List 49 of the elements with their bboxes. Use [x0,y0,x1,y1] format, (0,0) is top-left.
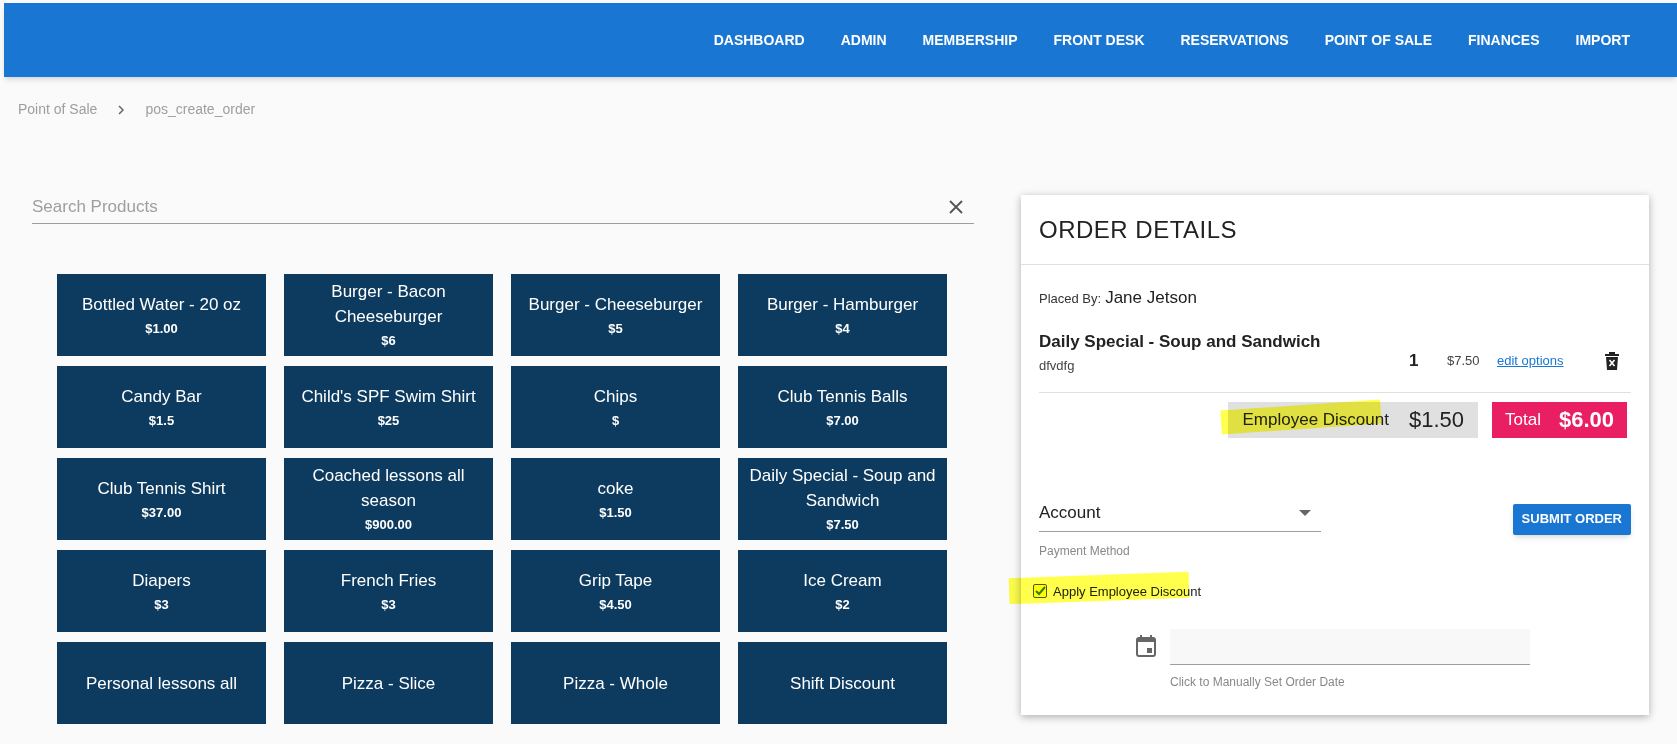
placed-by-name: Jane Jetson [1105,287,1197,309]
nav-link[interactable]: ADMIN [823,29,904,51]
product-tile[interactable]: Pizza - Whole [511,642,720,724]
product-tile[interactable]: Daily Special - Soup and Sandwich $7.50 [738,458,947,540]
product-tile[interactable]: Coached lessons all season $900.00 [284,458,493,540]
item-quantity: 1 [1409,350,1420,373]
breadcrumb-text: pos_create_order [145,100,256,119]
nav-link[interactable]: RESERVATIONS [1163,29,1306,51]
chevron-right-icon [117,104,126,115]
product-tile[interactable]: Pizza - Slice [284,642,493,724]
nav-link[interactable]: MEMBERSHIP [905,29,1035,51]
product-tile[interactable]: Club Tennis Shirt $37.00 [57,458,266,540]
product-tile[interactable]: Chips $ [511,366,720,448]
product-tile[interactable]: Child's SPF Swim Shirt $25 [284,366,493,448]
item-note: dfvdfg [1039,357,1076,375]
product-tile[interactable]: Burger - Hamburger $4 [738,274,947,356]
helper-text: Click to Manually Set Order Date [1170,674,1346,691]
calendar-icon[interactable] [1136,635,1156,657]
product-tile[interactable]: Burger - Bacon Cheeseburger $6 [284,274,493,356]
nav-link[interactable]: FINANCES [1451,29,1557,51]
nav-link[interactable]: IMPORT [1558,29,1647,51]
date-field[interactable] [1170,629,1530,665]
nav-link[interactable]: DASHBOARD [696,29,822,51]
product-tile[interactable]: Shift Discount [738,642,947,724]
search-input[interactable]: Search Products [32,193,832,220]
item-name: Daily Special - Soup and Sandwich [1039,330,1322,353]
product-tile[interactable]: Candy Bar $1.5 [57,366,266,448]
product-tile[interactable]: Burger - Cheeseburger $5 [511,274,720,356]
placed-by-label: Placed By: [1039,290,1102,308]
product-tile[interactable]: Diapers $3 [57,550,266,632]
item-price: $7.50 [1447,352,1481,371]
product-tile[interactable]: Ice Cream $2 [738,550,947,632]
close-icon[interactable] [948,198,964,215]
nav-link[interactable]: POINT OF SALE [1307,29,1449,51]
payment-method-select[interactable]: Account [1039,495,1321,532]
product-tile[interactable]: Personal lessons all [57,642,266,724]
edit-options-link[interactable]: edit options [1497,351,1564,371]
helper-text: Payment Method [1039,542,1131,560]
product-tile[interactable]: coke $1.50 [511,458,720,540]
delete-icon[interactable] [1603,351,1620,371]
product-tile[interactable]: French Fries $3 [284,550,493,632]
product-tile[interactable]: Club Tennis Balls $7.00 [738,366,947,448]
caret-icon [1299,510,1311,516]
total-badge: Total $6.00 [1492,401,1627,438]
product-tile[interactable]: Bottled Water - 20 oz $1.00 [57,274,266,356]
submit-order-button[interactable]: SUBMIT ORDER [1512,503,1631,535]
product-tile[interactable]: Grip Tape $4.50 [511,550,720,632]
nav-link[interactable]: FRONT DESK [1036,29,1162,51]
card-title: ORDER DETAILS [1039,214,1238,245]
